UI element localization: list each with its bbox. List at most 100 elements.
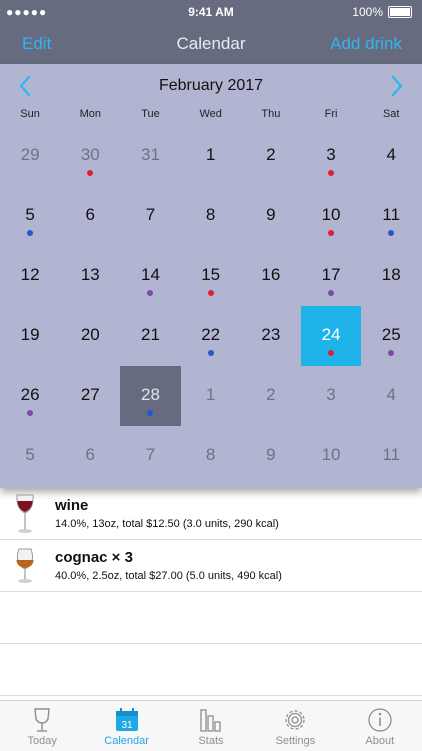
day-cell[interactable]: 8 bbox=[181, 426, 241, 486]
day-cell[interactable]: 2 bbox=[241, 126, 301, 186]
weekday-label: Thu bbox=[261, 108, 281, 120]
day-cell[interactable]: 5 bbox=[0, 186, 60, 246]
day-cell[interactable]: 5 bbox=[0, 426, 60, 486]
wine-glass-icon bbox=[16, 494, 34, 533]
day-cell[interactable]: 30 bbox=[60, 126, 120, 186]
weekday-header: Sun Mon Tue Wed Thu Fri Sat bbox=[0, 108, 422, 124]
day-cell[interactable]: 11 bbox=[361, 186, 421, 246]
day-number: 1 bbox=[205, 145, 216, 164]
tab-label: Today bbox=[27, 735, 57, 747]
day-cell[interactable]: 1 bbox=[181, 366, 241, 426]
add-drink-button[interactable]: Add drink bbox=[330, 34, 402, 54]
tab-label: Settings bbox=[275, 735, 316, 747]
tab-today[interactable]: Today bbox=[0, 701, 84, 751]
day-cell[interactable]: 6 bbox=[60, 186, 120, 246]
day-cell[interactable]: 12 bbox=[0, 246, 60, 306]
drink-dot-red bbox=[87, 170, 94, 176]
day-cell[interactable]: 2 bbox=[241, 366, 301, 426]
calendar-icon: 31 bbox=[115, 708, 138, 731]
navigation-bar: Edit Calendar Add drink bbox=[0, 24, 422, 64]
day-number: 17 bbox=[321, 265, 341, 284]
day-cell[interactable]: 16 bbox=[241, 246, 301, 306]
day-cell[interactable]: 1 bbox=[181, 126, 241, 186]
selected-day-cell[interactable]: 24 bbox=[300, 306, 362, 366]
day-number: 6 bbox=[85, 205, 96, 224]
day-cell[interactable]: 14 bbox=[120, 246, 180, 306]
day-cell[interactable]: 9 bbox=[241, 426, 301, 486]
week-row: 19 20 21 22 23 24 25 bbox=[0, 306, 422, 366]
day-cell[interactable]: 25 bbox=[361, 306, 421, 366]
week-row: 26 27 28 1 2 3 4 bbox=[0, 366, 422, 426]
day-cell[interactable]: 10 bbox=[301, 186, 361, 246]
drink-dot-blue bbox=[147, 410, 154, 416]
drink-dot-blue bbox=[27, 230, 34, 236]
today-day-cell[interactable]: 28 bbox=[120, 366, 181, 426]
day-cell[interactable]: 18 bbox=[361, 246, 421, 306]
drink-dot-purple bbox=[27, 410, 34, 416]
day-cell[interactable]: 8 bbox=[181, 186, 241, 246]
day-number: 11 bbox=[382, 445, 401, 464]
day-cell[interactable]: 4 bbox=[361, 126, 421, 186]
tab-bar: Today 31 Calendar Stats Settings About bbox=[0, 700, 422, 751]
day-cell[interactable]: 3 bbox=[301, 366, 361, 426]
day-cell[interactable]: 10 bbox=[301, 426, 361, 486]
day-cell[interactable]: 11 bbox=[361, 426, 421, 486]
chevron-right-icon[interactable] bbox=[382, 72, 412, 100]
drink-entry-cognac[interactable]: cognac × 3 40.0%, 2.5oz, total $27.00 (5… bbox=[0, 540, 422, 592]
day-number: 12 bbox=[20, 265, 40, 284]
day-number: 10 bbox=[321, 205, 341, 224]
day-number: 1 bbox=[205, 385, 216, 404]
day-cell[interactable]: 9 bbox=[241, 186, 301, 246]
drink-entry-wine[interactable]: wine 14.0%, 13oz, total $12.50 (3.0 unit… bbox=[0, 488, 422, 540]
day-cell[interactable]: 20 bbox=[60, 306, 120, 366]
day-number: 6 bbox=[85, 445, 96, 464]
day-cell[interactable]: 19 bbox=[0, 306, 60, 366]
info-icon bbox=[368, 708, 392, 732]
day-number: 3 bbox=[326, 145, 336, 164]
day-cell[interactable]: 13 bbox=[60, 246, 120, 306]
weekday-label: Wed bbox=[199, 108, 222, 120]
day-cell[interactable]: 3 bbox=[301, 126, 361, 186]
day-cell[interactable]: 23 bbox=[241, 306, 301, 366]
day-cell[interactable]: 26 bbox=[0, 366, 60, 426]
tab-calendar[interactable]: 31 Calendar bbox=[84, 701, 168, 751]
day-number: 5 bbox=[25, 445, 35, 464]
day-number: 14 bbox=[141, 265, 160, 284]
day-cell[interactable]: 7 bbox=[120, 426, 180, 486]
day-cell[interactable]: 6 bbox=[60, 426, 120, 486]
day-number: 16 bbox=[261, 265, 281, 284]
week-row: 29 30 31 1 2 3 4 bbox=[0, 126, 422, 186]
day-number: 31 bbox=[141, 145, 160, 164]
day-number: 19 bbox=[20, 325, 40, 344]
day-cell[interactable]: 29 bbox=[0, 126, 60, 186]
tab-stats[interactable]: Stats bbox=[169, 701, 253, 751]
day-number: 30 bbox=[80, 145, 100, 164]
day-number: 9 bbox=[266, 205, 276, 224]
day-number: 4 bbox=[386, 385, 396, 404]
day-cell[interactable]: 17 bbox=[301, 246, 361, 306]
day-number: 22 bbox=[201, 325, 221, 344]
day-number: 18 bbox=[381, 265, 401, 284]
day-number: 2 bbox=[266, 385, 276, 404]
day-number: 20 bbox=[80, 325, 100, 344]
day-cell[interactable]: 15 bbox=[181, 246, 241, 306]
drink-dot-purple bbox=[147, 290, 154, 296]
tab-settings[interactable]: Settings bbox=[253, 701, 337, 751]
day-cell[interactable]: 21 bbox=[120, 306, 180, 366]
day-cell[interactable]: 27 bbox=[60, 366, 120, 426]
month-title: February 2017 bbox=[158, 77, 264, 94]
battery-status: 100% bbox=[352, 5, 412, 19]
battery-percent: 100% bbox=[352, 5, 383, 19]
calendar: February 2017 Sun Mon Tue Wed Thu Fri Sat 29 30… bbox=[0, 64, 422, 488]
day-cell[interactable]: 4 bbox=[361, 366, 421, 426]
day-number: 24 bbox=[321, 325, 341, 344]
day-number: 11 bbox=[382, 205, 401, 224]
day-cell[interactable]: 22 bbox=[181, 306, 241, 366]
day-cell[interactable]: 31 bbox=[120, 126, 180, 186]
tab-about[interactable]: About bbox=[338, 701, 422, 751]
week-row: 5 6 7 8 9 10 11 bbox=[0, 426, 422, 486]
drink-dot-red bbox=[207, 290, 214, 296]
day-number: 23 bbox=[261, 325, 281, 344]
day-cell[interactable]: 7 bbox=[120, 186, 180, 246]
drink-name: wine bbox=[55, 497, 89, 514]
